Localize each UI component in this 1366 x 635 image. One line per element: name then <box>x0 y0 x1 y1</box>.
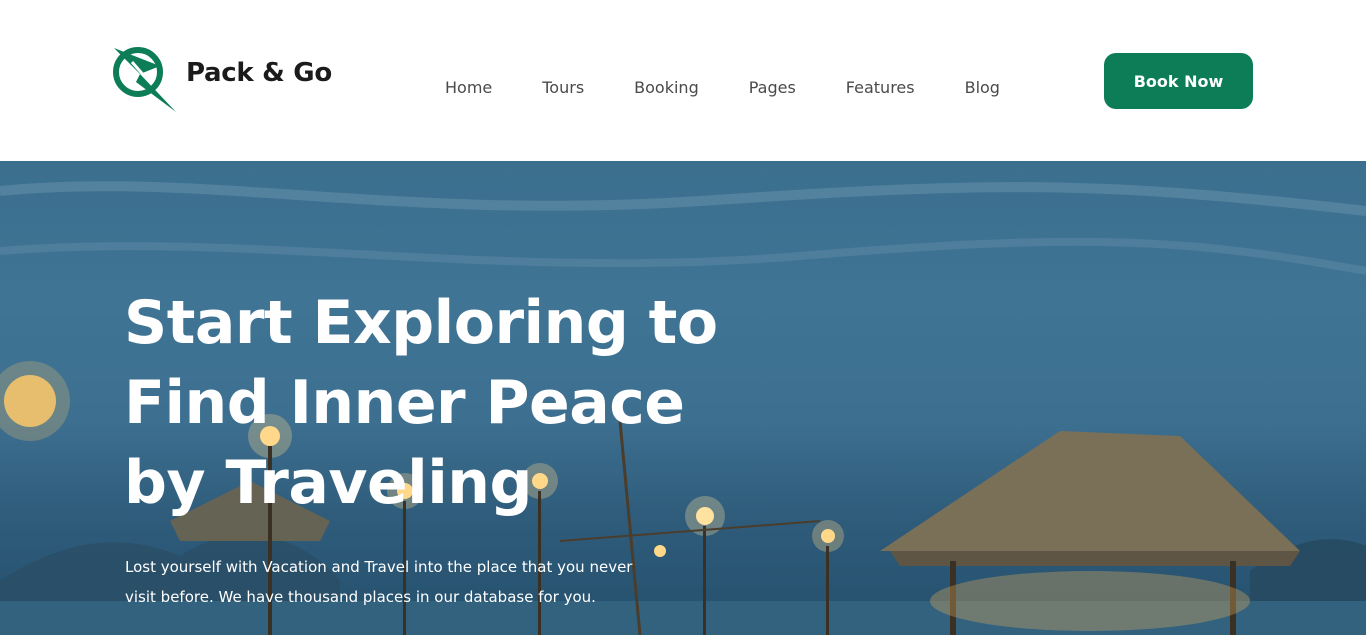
nav-blog[interactable]: Blog <box>965 78 1000 97</box>
book-now-button[interactable]: Book Now <box>1104 53 1253 109</box>
site-header: Pack & Go Home Tours Booking Pages Featu… <box>0 0 1366 161</box>
hero-title: Start Exploring to Find Inner Peace by T… <box>124 283 764 523</box>
hero-section: Start Exploring to Find Inner Peace by T… <box>0 161 1366 635</box>
nav-pages[interactable]: Pages <box>749 78 796 97</box>
nav-features[interactable]: Features <box>846 78 915 97</box>
compass-plane-logo-icon <box>113 47 176 112</box>
hero-title-line-3: by Traveling <box>124 448 532 518</box>
nav-tours[interactable]: Tours <box>542 78 584 97</box>
nav-home[interactable]: Home <box>445 78 492 97</box>
main-nav: Home Tours Booking Pages Features Blog <box>420 78 1025 97</box>
hero-subtitle: Lost yourself with Vacation and Travel i… <box>125 558 633 606</box>
brand-name: Pack & Go <box>186 58 332 88</box>
hero-title-line-1: Start Exploring to <box>124 288 718 358</box>
hero-title-line-2: Find Inner Peace <box>124 368 685 438</box>
nav-booking[interactable]: Booking <box>634 78 699 97</box>
brand-logo[interactable]: Pack & Go <box>110 44 332 114</box>
